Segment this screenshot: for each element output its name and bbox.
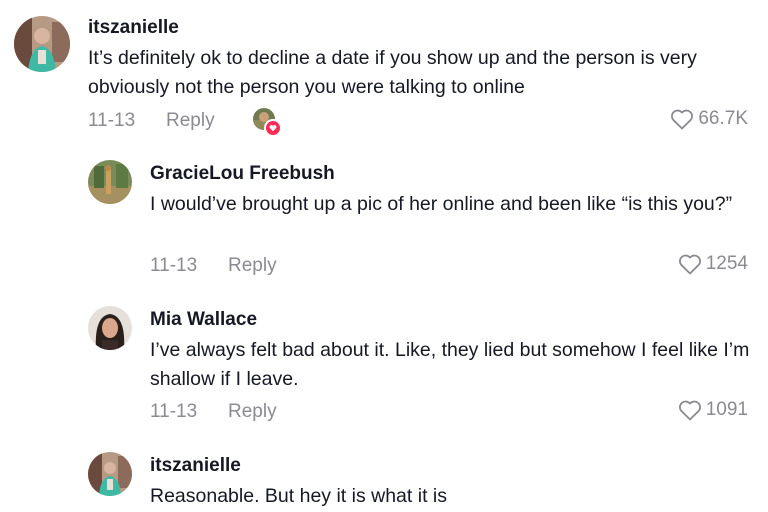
creator-liked-badge-icon [253, 108, 282, 137]
like-count: 1091 [705, 399, 748, 420]
avatar[interactable] [14, 16, 70, 72]
comments-panel: itszanielle It’s definitely ok to declin… [0, 0, 768, 512]
reply-button[interactable]: Reply [228, 255, 277, 277]
reply-button[interactable]: Reply [166, 110, 215, 132]
reply-button[interactable]: Reply [228, 401, 277, 423]
like-button[interactable]: 1254 [678, 253, 748, 275]
comment-date: 11-13 [150, 401, 198, 422]
comment-text: I would’ve brought up a pic of her onlin… [150, 193, 733, 215]
avatar[interactable] [88, 452, 132, 496]
comment-username[interactable]: GracieLou Freebush [150, 163, 335, 185]
comment-username[interactable]: itszanielle [88, 17, 179, 39]
comment-date: 11-13 [150, 255, 198, 276]
avatar[interactable] [88, 306, 132, 350]
comment-text: It’s definitely ok to decline a date if … [88, 47, 697, 98]
heart-outline-icon [671, 109, 694, 130]
heart-outline-icon [678, 254, 701, 275]
reply-item: itszanielle Reasonable. But hey it is wh… [0, 432, 768, 512]
reply-item: Mia Wallace I’ve always felt bad about i… [0, 286, 768, 432]
like-button[interactable]: 66.7K [670, 108, 748, 130]
comment-item: itszanielle It’s definitely ok to declin… [0, 0, 768, 140]
like-button[interactable]: 1091 [678, 399, 748, 421]
comment-text: Reasonable. But hey it is what it is [150, 485, 447, 507]
avatar[interactable] [88, 160, 132, 204]
like-count: 1254 [705, 253, 748, 274]
comment-username[interactable]: Mia Wallace [150, 309, 257, 331]
comment-username[interactable]: itszanielle [150, 455, 241, 477]
comment-text: I’ve always felt bad about it. Like, the… [150, 339, 750, 390]
comment-date: 11-13 [88, 110, 136, 131]
like-count: 66.7K [698, 108, 748, 129]
heart-outline-icon [678, 400, 701, 421]
reply-item: GracieLou Freebush I would’ve brought up… [0, 140, 768, 286]
